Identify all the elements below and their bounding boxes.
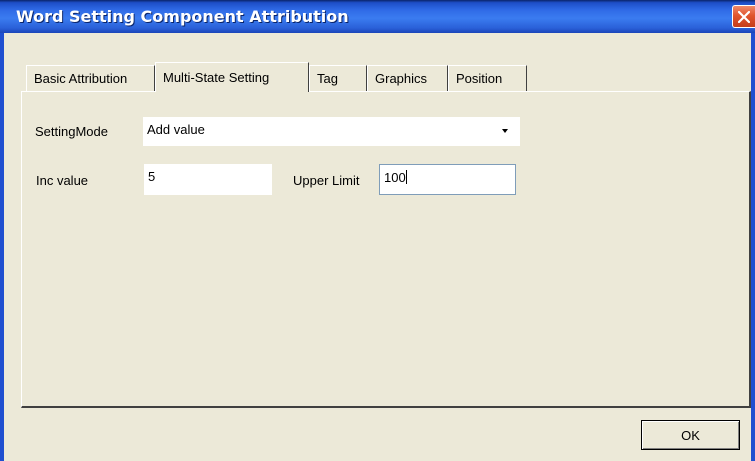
window-frame-right xyxy=(751,33,755,461)
close-icon xyxy=(738,11,750,23)
tab-label: Multi-State Setting xyxy=(163,70,270,85)
chevron-down-icon[interactable] xyxy=(502,129,508,133)
tab-label: Tag xyxy=(317,71,338,86)
setting-mode-value: Add value xyxy=(147,122,205,137)
upper-limit-input[interactable]: 100 xyxy=(379,164,516,195)
setting-mode-label: SettingMode xyxy=(35,124,108,139)
text-caret xyxy=(405,170,407,184)
tab-label: Graphics xyxy=(375,71,428,86)
tab-tag[interactable]: Tag xyxy=(309,65,367,91)
setting-mode-select[interactable]: Add value xyxy=(143,117,520,146)
tab-label: Basic Attribution xyxy=(34,71,128,86)
ok-button-label: OK xyxy=(681,428,700,443)
tab-multi-state-setting[interactable]: Multi-State Setting xyxy=(155,62,309,92)
upper-limit-label: Upper Limit xyxy=(293,173,360,188)
inc-value-label: Inc value xyxy=(36,173,89,188)
inc-value-input[interactable]: 5 xyxy=(144,164,272,195)
window-title: Word Setting Component Attribution xyxy=(16,7,349,26)
inc-value-text: 5 xyxy=(148,169,156,184)
tab-position[interactable]: Position xyxy=(448,65,527,91)
upper-limit-text: 100 xyxy=(384,170,406,185)
window-frame-left xyxy=(0,33,4,461)
tab-graphics[interactable]: Graphics xyxy=(367,65,448,91)
title-bar: Word Setting Component Attribution xyxy=(0,0,755,33)
tab-basic-attribution[interactable]: Basic Attribution xyxy=(26,65,155,91)
close-button[interactable] xyxy=(732,5,755,28)
tab-label: Position xyxy=(456,71,503,86)
ok-button[interactable]: OK xyxy=(641,420,740,450)
